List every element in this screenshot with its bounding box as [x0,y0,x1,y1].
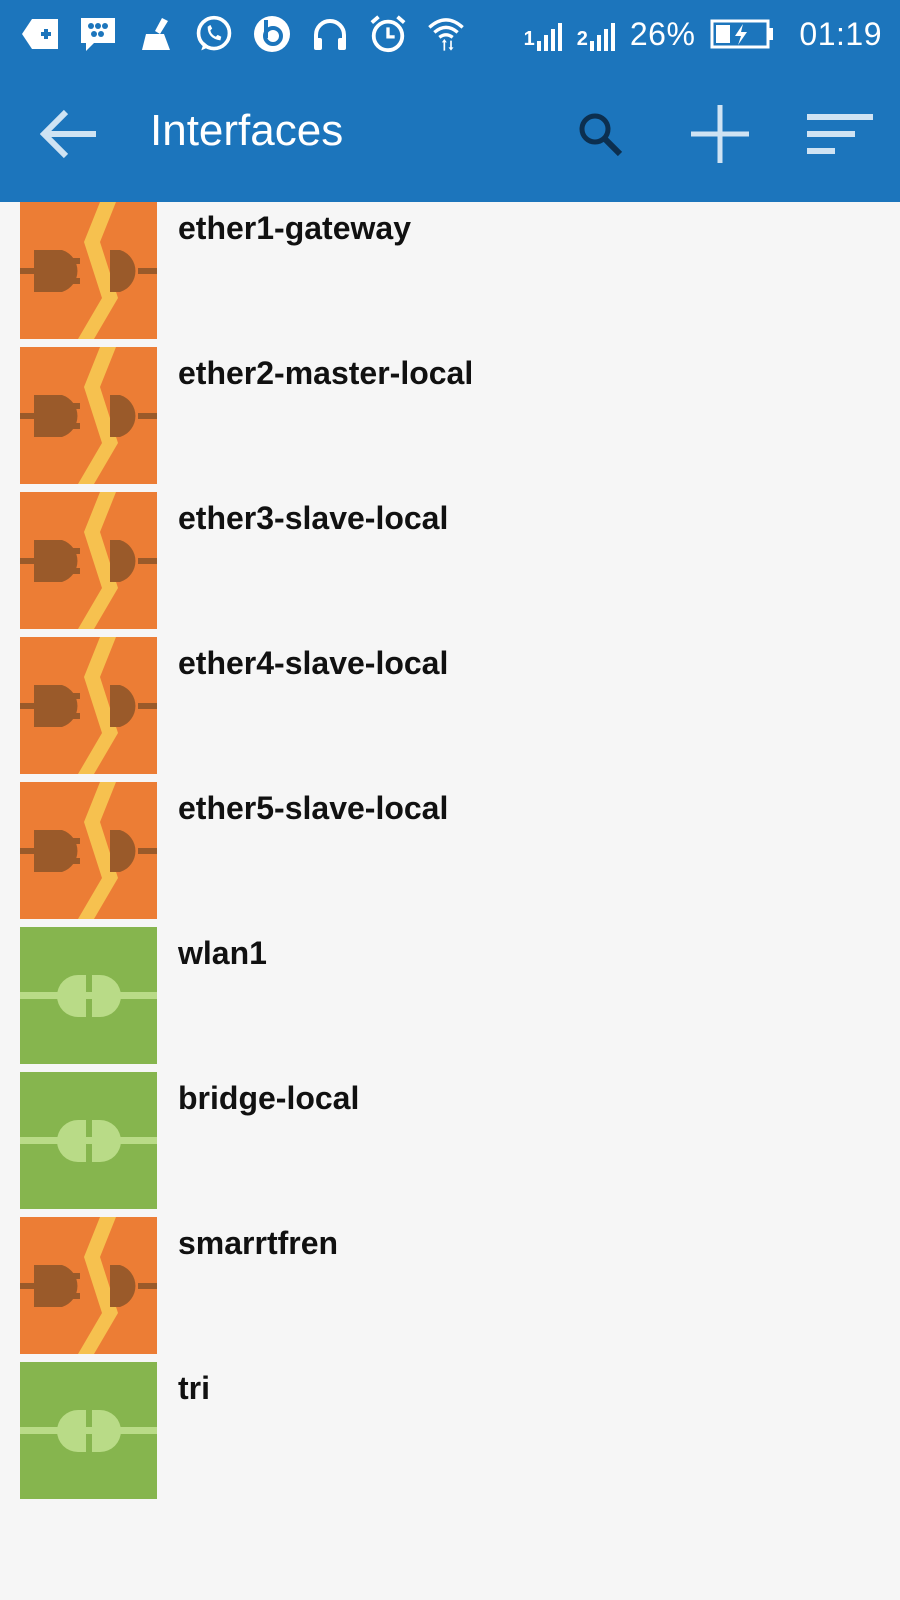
notification-plus-icon [20,14,60,54]
bbm-icon [78,14,118,54]
sort-button[interactable] [800,94,880,174]
list-item[interactable]: smarrtfren [0,1217,900,1362]
interface-type-icon [20,927,157,1064]
interface-type-icon [20,202,157,339]
clock: 01:19 [799,15,882,52]
list-item[interactable]: wlan1 [0,927,900,1072]
page-title: Interfaces [150,106,344,155]
list-item[interactable]: tri [0,1362,900,1507]
beats-icon [252,14,292,54]
list-item[interactable]: ether2-master-local [0,347,900,492]
connected-plug-icon [20,1362,157,1499]
sim-1-label: 1 [523,28,535,50]
connected-plug-icon [20,927,157,1064]
back-button[interactable] [30,94,110,174]
wifi-icon [426,14,466,54]
whatsapp-icon [194,14,234,54]
list-item[interactable]: bridge-local [0,1072,900,1217]
interface-name: ether3-slave-local [178,500,449,536]
battery-charging-icon [709,18,775,50]
interface-type-icon [20,637,157,774]
system-status: 1 2 26% 01:19 [524,8,882,60]
signal-icon: 1 [524,17,563,51]
connected-plug-icon [20,1072,157,1209]
list-item[interactable]: ether5-slave-local [0,782,900,927]
list-item[interactable]: ether4-slave-local [0,637,900,782]
interface-name: bridge-local [178,1080,360,1116]
interface-name: ether5-slave-local [178,790,449,826]
back-arrow-icon [40,109,96,159]
interface-name: ether1-gateway [178,210,411,246]
list-item[interactable]: ether1-gateway [0,202,900,347]
alarm-icon [368,14,408,54]
interface-type-icon [20,782,157,919]
interface-name: smarrtfren [178,1225,339,1261]
interface-type-icon [20,1217,157,1354]
interface-type-icon [20,347,157,484]
interface-type-icon [20,1072,157,1209]
interface-name: tri [178,1370,210,1406]
sort-icon [807,114,873,154]
interface-name: ether4-slave-local [178,645,449,681]
ethernet-plug-icon [20,637,157,774]
ethernet-plug-icon [20,202,157,339]
interface-name: ether2-master-local [178,355,474,391]
signal-icon: 2 [577,17,616,51]
ethernet-plug-icon [20,1217,157,1354]
add-icon [691,105,749,163]
cleaner-icon [136,14,176,54]
headphones-icon [310,14,350,54]
interface-name: wlan1 [178,935,267,971]
search-button[interactable] [560,94,640,174]
search-icon [579,113,623,157]
ethernet-plug-icon [20,347,157,484]
ethernet-plug-icon [20,492,157,629]
app-bar: Interfaces [0,68,900,202]
status-bar: 1 2 26% 01:19 [0,0,900,68]
ethernet-plug-icon [20,782,157,919]
interface-type-icon [20,492,157,629]
interface-type-icon [20,1362,157,1499]
battery-percentage: 26% [629,15,696,52]
sim-2-label: 2 [576,28,588,50]
interface-list: ether1-gateway ether2-master-local ether… [0,202,900,1507]
add-button[interactable] [680,94,760,174]
notification-icons [20,8,466,60]
list-item[interactable]: ether3-slave-local [0,492,900,637]
